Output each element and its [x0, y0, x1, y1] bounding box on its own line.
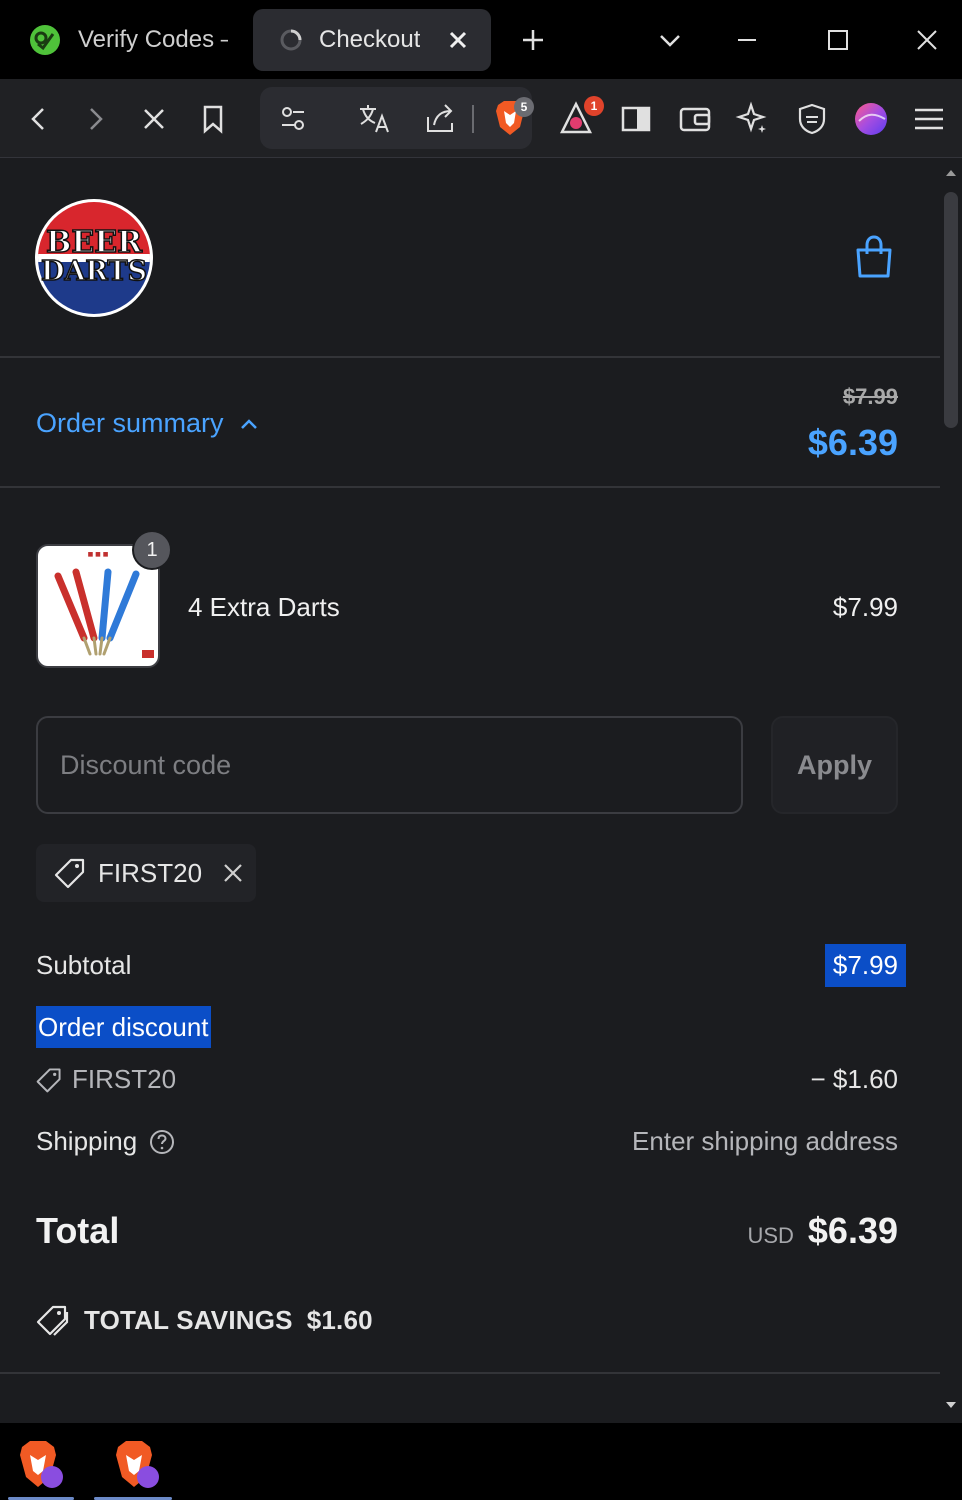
scroll-down-arrow-icon[interactable] — [945, 1400, 957, 1410]
tag-icon — [36, 1067, 61, 1092]
beer-darts-logo[interactable]: BEER DARTS — [34, 198, 154, 318]
order-summary-bar[interactable]: Order summary $7.99 $6.39 — [0, 360, 940, 488]
chevron-up-icon — [240, 418, 257, 429]
original-price: $7.99 — [842, 384, 898, 409]
discount-code-field[interactable] — [36, 716, 743, 814]
rewards-badge: 1 — [584, 96, 604, 116]
total-label: Total — [36, 1210, 120, 1251]
os-taskbar — [0, 1423, 962, 1500]
new-tab-icon[interactable] — [515, 22, 551, 58]
shipping-row: Shipping Enter shipping address — [36, 1126, 898, 1157]
subtotal-label: Subtotal — [36, 950, 132, 980]
bookmark-icon[interactable] — [193, 99, 233, 139]
verify-codes-favicon — [30, 25, 60, 55]
savings-label: TOTAL SAVINGS — [84, 1304, 293, 1335]
close-tab-icon[interactable] — [445, 25, 471, 55]
site-settings-icon[interactable] — [274, 99, 314, 139]
toolbar-divider — [472, 105, 474, 133]
tag-icon — [54, 858, 85, 889]
order-summary-toggle[interactable]: Order summary — [36, 408, 260, 439]
discount-amount: − $1.60 — [810, 1064, 898, 1094]
shipping-value: Enter shipping address — [632, 1126, 898, 1156]
savings-value: $1.60 — [306, 1304, 373, 1335]
remove-discount-icon[interactable] — [220, 860, 246, 886]
maximize-icon[interactable] — [820, 22, 856, 58]
subtotal-value: $7.99 — [824, 944, 906, 987]
store-header: BEER DARTS — [0, 158, 940, 358]
stop-loading-icon[interactable] — [134, 99, 174, 139]
tab-checkout[interactable]: Checkout — [253, 9, 491, 71]
tab-verify-codes[interactable]: Verify Codes – — [14, 10, 242, 70]
help-circle-icon[interactable] — [149, 1129, 175, 1155]
vpn-shield-icon[interactable] — [792, 99, 832, 139]
discounted-price: $6.39 — [807, 422, 898, 463]
checkout-page: BEER DARTS Order summary $7.99 $6.39 ■ ■… — [0, 158, 940, 1423]
brave-browser-taskbar-icon[interactable] — [10, 1435, 66, 1491]
shipping-label: Shipping — [36, 1126, 138, 1156]
close-window-icon[interactable] — [909, 22, 945, 58]
sidebar-toggle-icon[interactable] — [616, 99, 656, 139]
tab-search-chevron-icon[interactable] — [652, 22, 688, 58]
total-row: Total USD $6.39 — [36, 1210, 898, 1252]
browser-toolbar: 5 1 — [0, 79, 962, 158]
wallet-icon[interactable] — [675, 99, 715, 139]
total-savings: TOTAL SAVINGS $1.60 — [36, 1304, 373, 1336]
order-discount-row: Order discount — [36, 1006, 898, 1048]
product-name: 4 Extra Darts — [188, 592, 340, 622]
subtotal-row: Subtotal $7.99 — [36, 944, 906, 987]
tab-title: Checkout — [319, 26, 421, 53]
brave-browser-taskbar-icon[interactable] — [106, 1435, 162, 1491]
loading-favicon — [280, 29, 302, 51]
quantity-badge: 1 — [132, 530, 172, 570]
applied-code-label: FIRST20 — [98, 857, 203, 888]
order-discount-label: Order discount — [36, 1006, 211, 1048]
leo-ai-icon[interactable] — [733, 99, 773, 139]
order-summary-label: Order summary — [36, 408, 224, 438]
tab-title: Verify Codes – — [78, 26, 228, 53]
page-scrollbar[interactable] — [940, 158, 962, 1423]
apply-button[interactable]: Apply — [771, 716, 898, 814]
discount-code-input[interactable] — [38, 718, 741, 812]
svg-text:DARTS: DARTS — [41, 256, 147, 287]
translate-icon[interactable] — [354, 99, 394, 139]
scroll-thumb[interactable] — [944, 192, 958, 428]
menu-icon[interactable] — [909, 99, 949, 139]
forward-icon[interactable] — [76, 99, 116, 139]
shields-badge: 5 — [514, 97, 534, 117]
discount-code-label: FIRST20 — [72, 1064, 177, 1094]
minimize-icon[interactable] — [729, 22, 765, 58]
scroll-up-arrow-icon[interactable] — [945, 168, 957, 178]
svg-text:BEER: BEER — [46, 225, 143, 260]
share-icon[interactable] — [420, 99, 460, 139]
shopping-bag-icon[interactable] — [852, 234, 896, 282]
tab-strip: Verify Codes – Checkout — [0, 0, 962, 79]
divider — [0, 1372, 940, 1374]
discount-code-row: FIRST20 − $1.60 — [36, 1064, 898, 1095]
total-value: $6.39 — [807, 1210, 898, 1251]
applied-discount-chip: FIRST20 — [36, 844, 256, 902]
double-tag-icon — [36, 1305, 69, 1336]
address-bar[interactable]: 5 — [260, 87, 534, 149]
product-price: $7.99 — [832, 592, 898, 622]
currency-code: USD — [747, 1223, 794, 1248]
line-item: ■ ■ ■ 1 4 Extra Darts $7.99 — [36, 530, 898, 668]
profile-avatar-icon[interactable] — [851, 99, 891, 139]
back-icon[interactable] — [18, 99, 58, 139]
svg-text:■ ■ ■: ■ ■ ■ — [88, 551, 109, 558]
